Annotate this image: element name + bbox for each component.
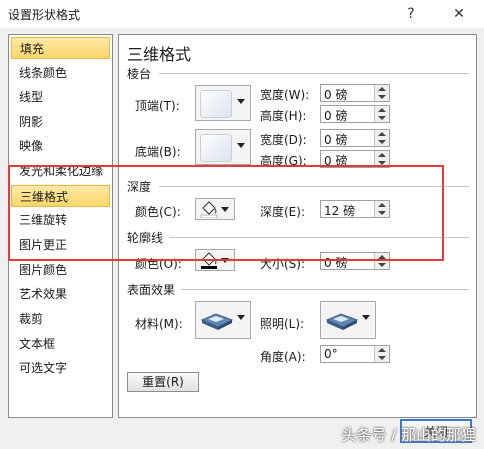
chevron-down-icon (237, 99, 245, 104)
spin-buttons[interactable] (374, 85, 389, 101)
bottom-width-value: 0 磅 (324, 133, 348, 147)
watermark-text: 头条号 / 那山的那狸 (341, 426, 476, 444)
spin-up-icon (378, 87, 386, 91)
section-divider (159, 73, 469, 74)
sidebar-item-fill[interactable]: 填充 (11, 37, 110, 59)
sidebar-item-text-box[interactable]: 文本框 (11, 333, 110, 355)
top-width-spinner[interactable]: 0 磅 (320, 84, 390, 102)
angle-label: 角度(A): (260, 350, 306, 364)
highlight-box (8, 165, 444, 261)
section-bevel-title: 棱台 (127, 67, 152, 81)
sidebar-item-artistic-effects[interactable]: 艺术效果 (11, 283, 110, 305)
bevel-top-label: 顶端(T): (135, 99, 180, 113)
material-dropdown[interactable] (195, 301, 251, 339)
spin-up-icon (378, 132, 386, 136)
top-height-value: 0 磅 (324, 109, 348, 123)
bevel-preview-icon (200, 90, 232, 118)
spin-down-icon (378, 356, 386, 360)
spin-up-icon (378, 153, 386, 157)
close-icon[interactable]: ✕ (448, 4, 470, 24)
sidebar-item-shadow[interactable]: 阴影 (11, 111, 110, 133)
spin-up-icon (378, 348, 386, 352)
top-height-spinner[interactable]: 0 磅 (320, 105, 390, 123)
spin-down-icon (378, 140, 386, 144)
section-divider (181, 289, 469, 290)
bevel-preview-icon (200, 134, 232, 162)
spin-buttons[interactable] (374, 130, 389, 146)
panel-heading: 三维格式 (127, 45, 192, 64)
lighting-dropdown[interactable] (320, 301, 376, 339)
top-height-label: 高度(H): (260, 109, 307, 123)
format-shape-dialog: 设置形状格式 ? ✕ 填充 线条颜色 线型 阴影 映像 发光和柔化边缘 三维格式… (0, 0, 484, 449)
bottom-width-spinner[interactable]: 0 磅 (320, 129, 390, 147)
bevel-bottom-dropdown[interactable] (195, 129, 251, 165)
spin-up-icon (378, 108, 386, 112)
sidebar-item-picture-color[interactable]: 图片颜色 (11, 259, 110, 281)
angle-value: 0° (324, 347, 338, 361)
sidebar-item-alt-text[interactable]: 可选文字 (11, 357, 110, 379)
section-surface-title: 表面效果 (127, 283, 176, 297)
spin-buttons[interactable] (374, 346, 389, 362)
lighting-preview-icon (325, 313, 359, 330)
angle-spinner[interactable]: 0° (320, 345, 390, 363)
title-bar: 设置形状格式 ? ✕ (0, 0, 484, 28)
reset-button[interactable]: 重置(R) (127, 372, 199, 392)
dialog-title: 设置形状格式 (8, 8, 81, 22)
chevron-down-icon (362, 315, 370, 320)
sidebar-item-line-color[interactable]: 线条颜色 (11, 62, 110, 84)
sidebar-item-reflection[interactable]: 映像 (11, 135, 110, 157)
spin-down-icon (378, 95, 386, 99)
bottom-width-label: 宽度(D): (260, 133, 307, 147)
spin-down-icon (378, 263, 386, 267)
material-label: 材料(M): (135, 317, 183, 331)
bevel-bottom-label: 底端(B): (135, 145, 181, 159)
sidebar-item-crop[interactable]: 裁剪 (11, 308, 110, 330)
material-preview-icon (200, 313, 234, 330)
top-width-label: 宽度(W): (260, 88, 310, 102)
lighting-label: 照明(L): (260, 317, 305, 331)
spin-down-icon (378, 116, 386, 120)
top-width-value: 0 磅 (324, 88, 348, 102)
chevron-down-icon (237, 315, 245, 320)
spin-buttons[interactable] (374, 106, 389, 122)
chevron-down-icon (237, 143, 245, 148)
bevel-top-dropdown[interactable] (195, 85, 251, 121)
help-button[interactable]: ? (400, 4, 422, 24)
sidebar-item-line-style[interactable]: 线型 (11, 86, 110, 108)
